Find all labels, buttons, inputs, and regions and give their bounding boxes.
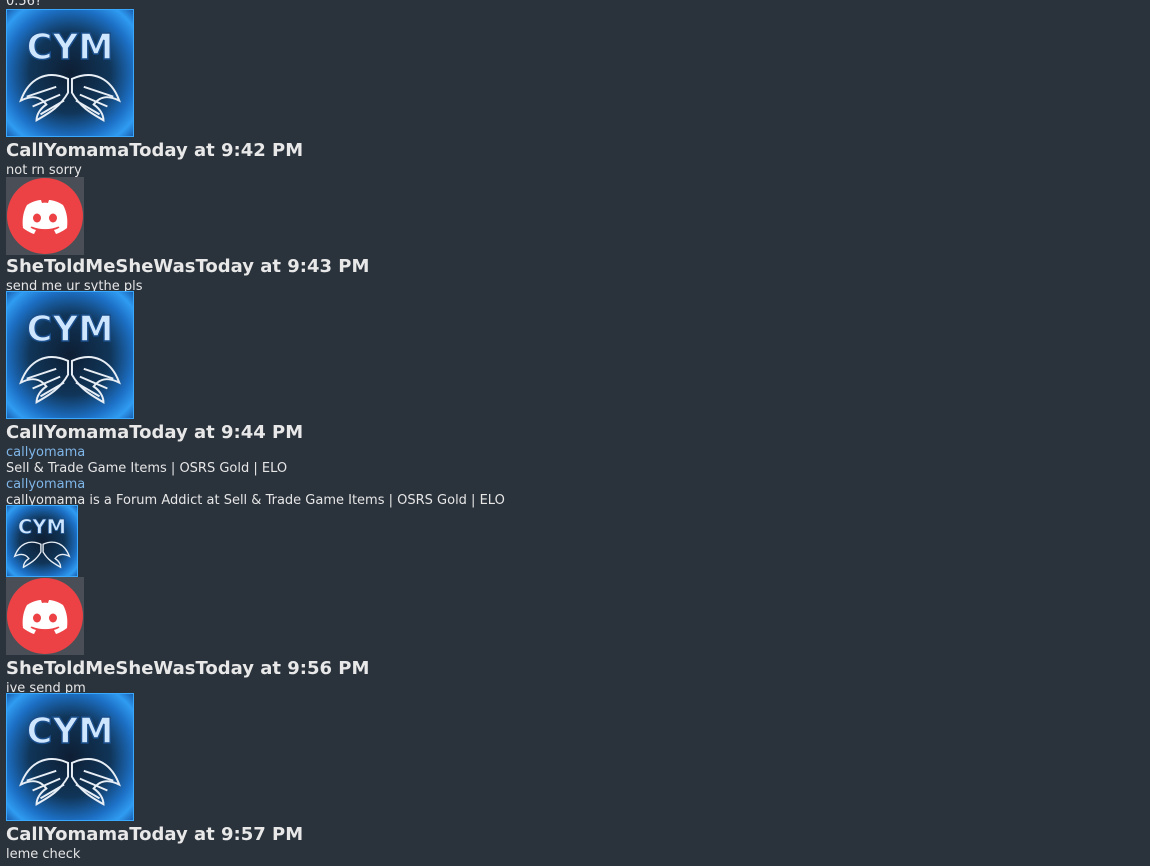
timestamp: Today at 9:42 PM [129, 140, 304, 161]
cym-avatar[interactable]: CYM [6, 693, 134, 821]
message-body: leme check [6, 847, 81, 862]
discord-logo-icon [7, 578, 83, 654]
embed-thumbnail[interactable]: CYM [6, 505, 78, 577]
embed-title-link[interactable]: callyomama [6, 477, 85, 493]
chat-log: 0.56? CYM CallYomamaToday at 9:42 PM not… [0, 0, 1150, 866]
discord-logo-icon [7, 178, 83, 254]
author-name[interactable]: SheToldMeSheWas [6, 256, 195, 277]
author-name[interactable]: CallYomama [6, 422, 129, 443]
author-name[interactable]: CallYomama [6, 824, 129, 845]
timestamp: Today at 9:56 PM [195, 658, 370, 679]
cym-logo-icon: CYM [13, 515, 71, 569]
author-name[interactable]: CallYomama [6, 140, 129, 161]
cym-logo-icon: CYM [19, 26, 121, 122]
svg-text:CYM: CYM [27, 711, 114, 752]
discord-avatar[interactable] [6, 177, 84, 255]
svg-text:CYM: CYM [18, 515, 66, 538]
author-name[interactable]: SheToldMeSheWas [6, 658, 195, 679]
cym-avatar[interactable]: CYM [6, 9, 134, 137]
timestamp: Today at 9:57 PM [129, 824, 304, 845]
embed-site-name[interactable]: callyomama [6, 445, 85, 461]
cym-logo-icon: CYM [19, 710, 121, 806]
cym-logo-icon: CYM [19, 308, 121, 404]
discord-avatar[interactable] [6, 577, 84, 655]
embed-description: callyomama is a Forum Addict at Sell & T… [6, 493, 505, 508]
svg-text:CYM: CYM [27, 27, 114, 68]
message-header: SheToldMeSheWasToday at 9:43 PM [6, 256, 369, 278]
timestamp: Today at 9:43 PM [195, 256, 370, 277]
svg-text:CYM: CYM [27, 309, 114, 350]
message-header: CallYomamaToday at 9:44 PM [6, 422, 303, 444]
message-header: CallYomamaToday at 9:42 PM [6, 140, 303, 162]
message-header: SheToldMeSheWasToday at 9:56 PM [6, 658, 369, 680]
embed-site-description: Sell & Trade Game Items | OSRS Gold | EL… [6, 461, 288, 476]
cym-avatar[interactable]: CYM [6, 291, 134, 419]
timestamp: Today at 9:44 PM [129, 422, 304, 443]
message-header: CallYomamaToday at 9:57 PM [6, 824, 303, 846]
